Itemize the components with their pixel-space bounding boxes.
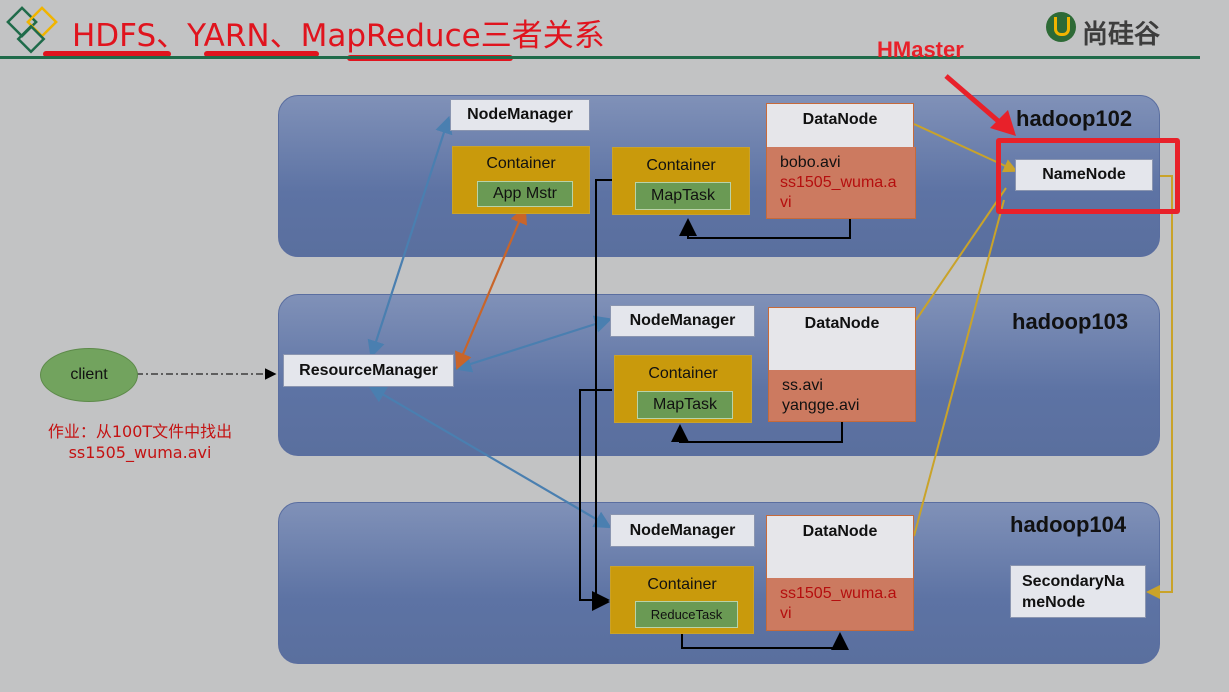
map-task: MapTask [637,391,733,419]
container-label: Container [647,576,717,593]
node-manager: NodeManager [610,514,755,547]
datanode-header: DataNode [766,103,914,148]
file-name: vi [780,605,792,622]
secondary-namenode-line1: SecondaryNa [1022,572,1125,590]
resource-manager: ResourceManager [283,354,454,387]
client-node: client [40,348,138,402]
app-master-task: App Mstr [477,181,573,207]
hmaster-highlight-frame [996,138,1180,214]
homework-line2: ss1505_wuma.avi [68,443,212,462]
node-manager: NodeManager [450,99,590,131]
secondary-namenode-line2: meNode [1022,593,1086,611]
container: Container MapTask [614,355,752,423]
file-name: ss1505_wuma.a [780,174,897,191]
reduce-task: ReduceTask [635,601,738,628]
container: Container MapTask [612,147,750,215]
homework-note: 作业：从100T文件中找出 ss1505_wuma.avi [30,421,250,463]
datanode-files: ss1505_wuma.a vi [766,578,914,631]
file-name: ss.avi [782,377,823,394]
datanode-header: DataNode [768,307,916,371]
file-name: bobo.avi [780,154,841,171]
container: Container ReduceTask [610,566,754,634]
file-name: yangge.avi [782,397,860,414]
datanode-files: ss.avi yangge.avi [768,370,916,422]
datanode-header: DataNode [766,515,914,579]
homework-line1: 作业：从100T文件中找出 [47,422,233,441]
node-manager: NodeManager [610,305,755,337]
datanode-files: bobo.avi ss1505_wuma.a vi [766,147,916,219]
container-label: Container [486,155,556,172]
hmaster-label: HMaster [877,37,964,62]
secondary-namenode: SecondaryNa meNode [1010,565,1146,618]
file-name: ss1505_wuma.a [780,585,897,602]
container-label: Container [648,365,718,382]
file-name: vi [780,194,792,211]
container: Container App Mstr [452,146,590,214]
container-label: Container [646,157,716,174]
map-task: MapTask [635,182,731,210]
